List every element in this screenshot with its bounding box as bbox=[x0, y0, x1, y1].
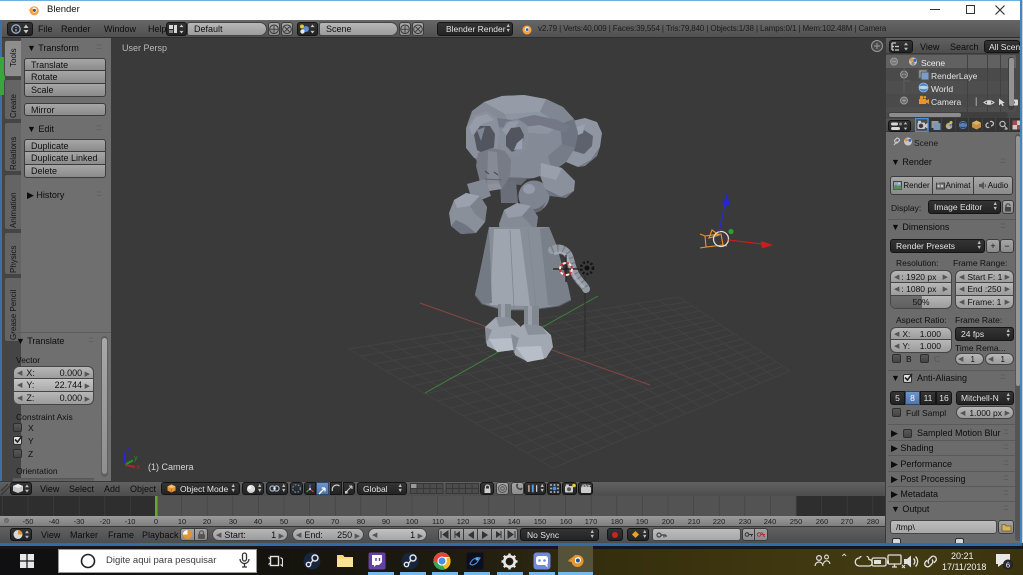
svg-text:x: x bbox=[137, 464, 141, 471]
svg-text:y: y bbox=[134, 455, 138, 462]
svg-text:z: z bbox=[127, 447, 131, 454]
svg-text:6: 6 bbox=[1006, 560, 1010, 569]
